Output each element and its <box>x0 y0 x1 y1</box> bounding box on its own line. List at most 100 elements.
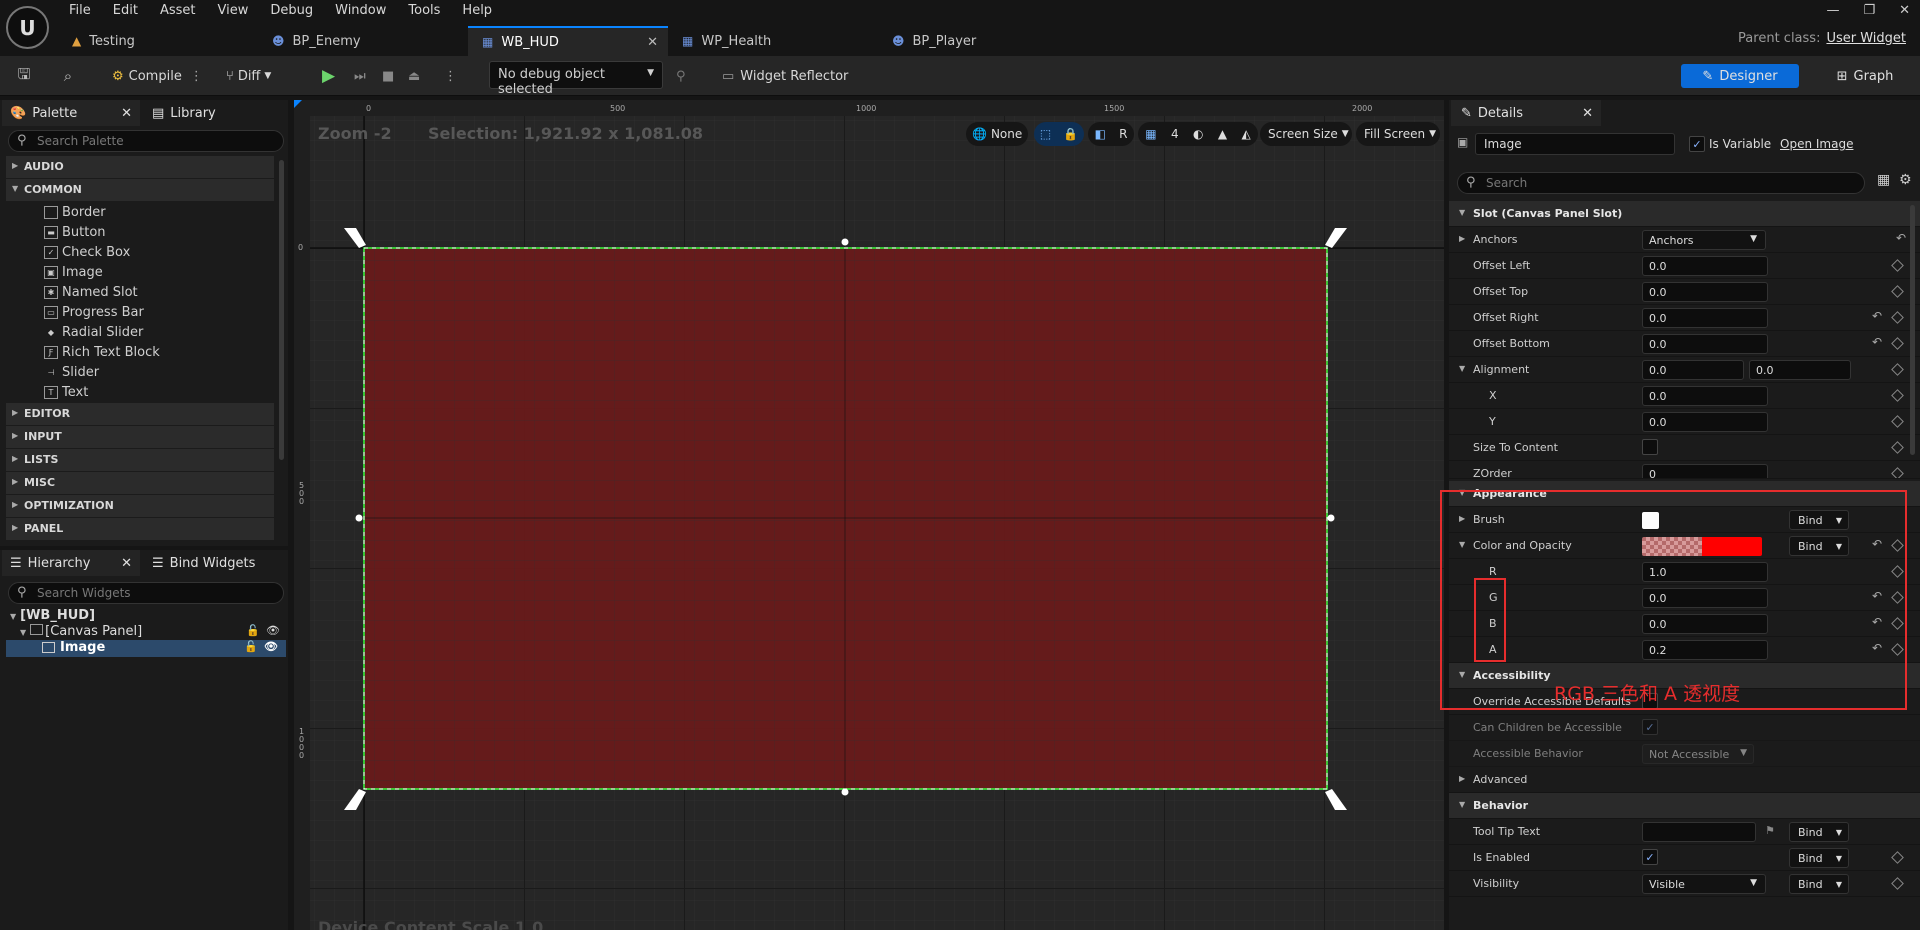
reset-icon[interactable]: ↶ <box>1872 335 1882 349</box>
category-misc[interactable]: ▶ MISC <box>6 472 274 494</box>
menu-debug[interactable]: Debug <box>259 0 324 22</box>
keyframe-icon[interactable] <box>1891 363 1904 376</box>
fill-screen-dropdown[interactable]: Fill Screen ▼ <box>1356 122 1440 146</box>
close-icon[interactable]: ✕ <box>1582 106 1593 121</box>
close-icon[interactable]: ✕ <box>647 35 658 50</box>
keyframe-icon[interactable] <box>1891 389 1904 402</box>
minimize-icon[interactable]: — <box>1826 3 1839 18</box>
tab-bp-enemy[interactable]: ☻ BP_Enemy <box>258 26 468 56</box>
category-optimization[interactable]: ▶ OPTIMIZATION <box>6 495 274 517</box>
layout-toggle[interactable]: ◧ R <box>1088 122 1134 146</box>
category-editor[interactable]: ▶ EDITOR <box>6 403 274 425</box>
palette-item-slider[interactable]: ⊣ Slider <box>44 362 100 382</box>
size-to-content-checkbox[interactable] <box>1642 439 1658 455</box>
table-view-icon[interactable]: ▦ <box>1877 172 1890 188</box>
category-input[interactable]: ▶ INPUT <box>6 426 274 448</box>
menu-window[interactable]: Window <box>324 0 397 22</box>
keyframe-icon[interactable] <box>1891 441 1904 454</box>
unlock-icon[interactable]: 🔓 <box>246 624 260 637</box>
category-audio[interactable]: ▶ AUDIO <box>6 156 274 178</box>
resize-handle-top[interactable] <box>841 238 849 246</box>
settings-icon[interactable]: ⚙ <box>1899 172 1912 188</box>
close-icon[interactable]: ✕ <box>121 556 132 571</box>
palette-item-radial-slider[interactable]: ◆ Radial Slider <box>44 322 143 342</box>
keyframe-icon[interactable] <box>1891 285 1904 298</box>
tab-bind-widgets[interactable]: ☰ Bind Widgets <box>146 550 284 576</box>
tree-image-selected[interactable]: Image 🔓 👁 <box>6 640 286 657</box>
keyframe-icon[interactable] <box>1891 311 1904 324</box>
tree-canvas-panel[interactable]: ▼ [Canvas Panel] 🔓 👁 <box>20 624 288 639</box>
section-slot[interactable]: ▼ Slot (Canvas Panel Slot) <box>1449 201 1920 227</box>
respect-locks-toggle[interactable]: ⬚ 🔒 <box>1034 122 1084 146</box>
stop-button[interactable]: ■ <box>382 62 394 90</box>
designer-button[interactable]: ✎ Designer <box>1681 64 1799 88</box>
palette-item-border[interactable]: Border <box>44 202 106 222</box>
unlock-icon[interactable]: 🔓 <box>244 640 258 653</box>
anchors-dropdown[interactable]: Anchors ▼ <box>1642 230 1766 250</box>
tab-library[interactable]: ▤ Library <box>146 100 284 126</box>
resize-handle-right[interactable] <box>1327 514 1335 522</box>
row-advanced[interactable]: ▶ Advanced <box>1449 767 1920 793</box>
category-lists[interactable]: ▶ LISTS <box>6 449 274 471</box>
offset-right-input[interactable]: 0.0 <box>1642 308 1768 328</box>
eject-button[interactable]: ⏏ <box>408 62 420 90</box>
offset-top-input[interactable]: 0.0 <box>1642 282 1768 302</box>
compile-button[interactable]: ⚙ Compile ⋮ <box>112 62 203 90</box>
browse-button[interactable]: ⌕ <box>56 62 80 90</box>
tab-hierarchy[interactable]: ☰ Hierarchy ✕ <box>2 550 140 576</box>
category-panel[interactable]: ▶ PANEL <box>6 518 274 540</box>
flag-icon[interactable]: ⚑ <box>1765 824 1775 837</box>
details-search-input[interactable]: ⚲ Search <box>1457 172 1865 194</box>
debug-object-select[interactable]: No debug object selected ▼ <box>489 61 663 97</box>
bind-button[interactable]: Bind ▼ <box>1789 848 1849 868</box>
debug-filter-button[interactable]: ⚲ <box>676 62 686 90</box>
step-button[interactable]: ⏭ <box>354 62 366 90</box>
bind-button[interactable]: Bind ▼ <box>1789 874 1849 894</box>
resize-handle-bottom[interactable] <box>841 788 849 796</box>
tab-palette[interactable]: 🎨 Palette ✕ <box>2 100 140 126</box>
localization-button[interactable]: 🌐 None <box>966 122 1029 146</box>
offset-bottom-input[interactable]: 0.0 <box>1642 334 1768 354</box>
open-image-link[interactable]: Open Image <box>1780 137 1853 151</box>
widget-reflector-button[interactable]: ▭ Widget Reflector <box>722 62 848 90</box>
keyframe-icon[interactable] <box>1891 259 1904 272</box>
y-input[interactable]: 0.0 <box>1642 412 1768 432</box>
tab-bp-player[interactable]: ☻ BP_Player <box>878 26 1078 56</box>
designer-viewport[interactable]: 0 500 1000 1500 2000 0 500 1000 Zoom -2 … <box>294 100 1444 930</box>
bind-button[interactable]: Bind ▼ <box>1789 822 1849 842</box>
keyframe-icon[interactable] <box>1891 877 1904 890</box>
tooltip-input[interactable] <box>1642 822 1756 842</box>
reset-icon[interactable]: ↶ <box>1872 309 1882 323</box>
is-variable-checkbox[interactable]: ✓ <box>1689 136 1705 152</box>
menu-help[interactable]: Help <box>451 0 503 22</box>
palette-item-image[interactable]: ▣ Image <box>44 262 103 282</box>
zorder-input[interactable]: 0 <box>1642 464 1768 478</box>
offset-left-input[interactable]: 0.0 <box>1642 256 1768 276</box>
keyframe-icon[interactable] <box>1891 851 1904 864</box>
diff-button[interactable]: ⑂ Diff ▼ <box>226 62 271 90</box>
tab-details[interactable]: ✎ Details ✕ <box>1451 100 1601 126</box>
screen-size-dropdown[interactable]: Screen Size ▼ <box>1260 122 1352 146</box>
palette-scrollbar[interactable] <box>279 160 284 460</box>
widget-name-input[interactable]: Image <box>1475 133 1675 155</box>
palette-item-checkbox[interactable]: ✓ Check Box <box>44 242 130 262</box>
close-window-icon[interactable]: ✕ <box>1899 3 1910 18</box>
palette-search-input[interactable]: ⚲ Search Palette <box>8 130 284 152</box>
play-button[interactable]: ▶ <box>322 62 335 90</box>
section-behavior[interactable]: ▼ Behavior <box>1449 793 1920 819</box>
tab-wp-health[interactable]: ▦ WP_Health <box>668 26 878 56</box>
menu-file[interactable]: File <box>58 0 102 22</box>
play-options-button[interactable]: ⋮ <box>444 62 457 90</box>
reset-icon[interactable]: ↶ <box>1896 231 1906 245</box>
is-enabled-checkbox[interactable]: ✓ <box>1642 849 1658 865</box>
graph-button[interactable]: ⊞ Graph <box>1820 64 1910 88</box>
menu-view[interactable]: View <box>207 0 260 22</box>
eye-icon[interactable]: 👁 <box>264 640 278 653</box>
designer-canvas[interactable] <box>294 100 1444 930</box>
visibility-dropdown[interactable]: Visible ▼ <box>1642 874 1766 894</box>
palette-item-text[interactable]: T Text <box>44 382 88 402</box>
keyframe-icon[interactable] <box>1891 415 1904 428</box>
tree-root[interactable]: ▼ [WB_HUD] <box>10 608 95 623</box>
unreal-logo-icon[interactable]: U <box>6 6 49 49</box>
hierarchy-search-input[interactable]: ⚲ Search Widgets <box>8 582 284 604</box>
